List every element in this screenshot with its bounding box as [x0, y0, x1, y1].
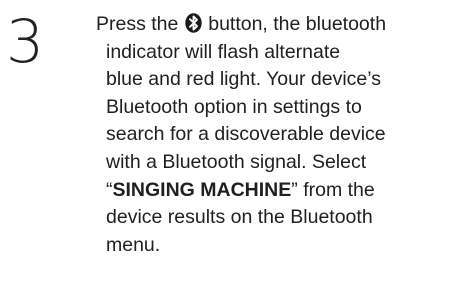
instruction-text: button, the bluetooth [208, 13, 387, 35]
instruction-line-9: menu. [106, 233, 161, 256]
bluetooth-icon [185, 13, 202, 33]
step-number: 3 [6, 7, 45, 77]
close-quote: ” [291, 178, 298, 201]
device-name: SINGING MACHINE [112, 178, 292, 201]
instruction-text: Press the [96, 13, 179, 35]
instruction-text: from the [303, 178, 375, 201]
instruction-line-2: indicator will flash alternate [106, 40, 341, 63]
instruction-line-7: “SINGING MACHINE” from the [96, 177, 464, 205]
instruction-line-4: Bluetooth option in settings to [106, 95, 362, 118]
instruction-line-6: with a Bluetooth signal. Select [106, 150, 367, 173]
instruction-line-5: search for a discoverable device [106, 123, 386, 146]
instruction-line-1: Press the button, the bluetooth [96, 11, 464, 39]
instruction-paragraph: Press the button, the bluetooth indicato… [96, 11, 464, 259]
instruction-line-3: blue and red light. Your device’s [106, 68, 382, 91]
instruction-line-8: device results on the Bluetooth [106, 206, 373, 229]
